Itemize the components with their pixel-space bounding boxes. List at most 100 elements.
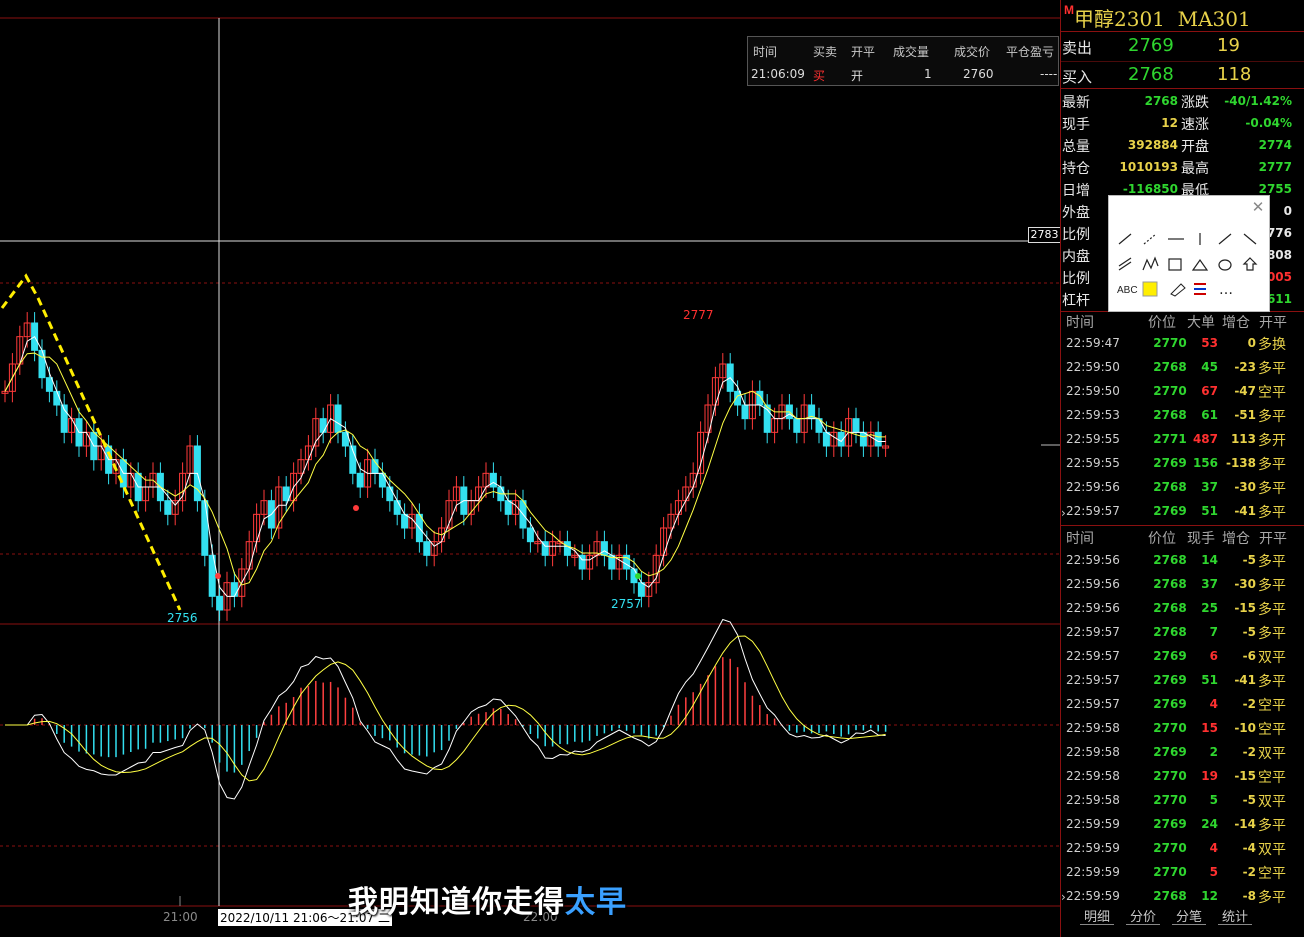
tab-statistics[interactable]: 统计 — [1218, 906, 1253, 925]
tab-tick[interactable]: 分笔 — [1172, 906, 1207, 925]
row-time: 22:59:57 — [1066, 697, 1120, 711]
candle-body — [859, 431, 867, 447]
row-time: 22:59:57 — [1066, 504, 1120, 518]
tick-row[interactable]: 22:59:58 2769 2 -2 双平 — [1062, 740, 1302, 764]
panel-tabs: 明细 分价 分笔 统计 — [1062, 906, 1304, 926]
col-big-order: 大单 — [1187, 315, 1215, 331]
header-time: 时间 — [753, 45, 778, 59]
row-open-close: 多平 — [1258, 361, 1286, 377]
row-volume: 51 — [1201, 504, 1218, 518]
triangle-tool-icon[interactable] — [1191, 256, 1209, 274]
big-order-row[interactable]: 22:59:50 2770 67 -47 空平 — [1062, 379, 1302, 403]
quote-label: 最新 — [1062, 95, 1090, 111]
quote-label: 开盘 — [1181, 139, 1209, 155]
row-oi-change: -8 — [1242, 889, 1256, 903]
buy-qty: 118 — [1217, 64, 1252, 85]
contract-marker: M — [1064, 3, 1074, 17]
tick-row[interactable]: 22:59:59 2768 12 -8 多平 — [1062, 884, 1302, 908]
tab-price-distribution[interactable]: 分价 — [1126, 906, 1161, 925]
candle-body — [822, 431, 830, 447]
candle-body — [734, 390, 742, 406]
orderbook-sell-row[interactable]: 卖出 2769 19 — [1062, 34, 1302, 60]
row-time: 22:59:50 — [1066, 384, 1120, 398]
row-volume: 53 — [1201, 336, 1218, 350]
quote-row: 最新 2768 涨跌 -40/1.42% — [1062, 90, 1302, 112]
candle-body — [852, 418, 860, 433]
tick-row[interactable]: 22:59:59 2770 5 -2 空平 — [1062, 860, 1302, 884]
ray-up-tool-icon[interactable] — [1216, 230, 1234, 248]
quote-label: 日增 — [1062, 183, 1090, 199]
more-tools-icon[interactable] — [1216, 280, 1234, 298]
row-volume: 12 — [1201, 889, 1218, 903]
candle-body — [874, 431, 882, 447]
row-open-close: 多平 — [1258, 890, 1286, 906]
row-open-close: 双平 — [1258, 746, 1286, 762]
line-tool-icon[interactable] — [1116, 230, 1134, 248]
row-oi-change: -47 — [1234, 384, 1256, 398]
big-order-row[interactable]: 22:59:53 2768 61 -51 多平 — [1062, 403, 1302, 427]
row-open-close: 多平 — [1258, 626, 1286, 642]
candle-body — [201, 500, 209, 556]
tick-row[interactable]: 22:59:57 2769 6 -6 双平 — [1062, 644, 1302, 668]
quote-value: 12 — [1161, 116, 1178, 130]
sell-price: 2769 — [1128, 35, 1174, 56]
big-order-row[interactable]: 22:59:55 2769 156 -138 多平 — [1062, 451, 1302, 475]
tick-row[interactable]: 22:59:58 2770 5 -5 双平 — [1062, 788, 1302, 812]
color-picker-icon[interactable] — [1141, 280, 1159, 298]
row-volume: 19 — [1201, 769, 1218, 783]
big-order-row[interactable]: 22:59:50 2768 45 -23 多平 — [1062, 355, 1302, 379]
row-time: 22:59:59 — [1066, 889, 1120, 903]
trade-record-popup[interactable]: 时间 买卖 开平 成交量 成交价 平仓盈亏 21:06:09 买 开 1 276… — [747, 36, 1059, 86]
candle-body — [334, 404, 342, 433]
dashed-line-tool-icon[interactable] — [1141, 230, 1159, 248]
ellipse-tool-icon[interactable] — [1216, 256, 1234, 274]
low-price-label-2: 2757 — [611, 597, 642, 611]
row-volume: 2 — [1209, 745, 1218, 759]
trade-record-row[interactable]: 21:06:09 买 开 1 2760 ---- — [748, 63, 1058, 85]
orderbook-buy-row[interactable]: 买入 2768 118 — [1062, 63, 1302, 89]
vertical-line-tool-icon[interactable] — [1191, 230, 1209, 248]
parallel-line-tool-icon[interactable] — [1116, 256, 1134, 274]
kline-chart[interactable] — [0, 0, 1060, 937]
row-open-close: 多开 — [1258, 433, 1286, 449]
tick-row[interactable]: 22:59:58 2770 15 -10 空平 — [1062, 716, 1302, 740]
moving-average-lines — [4, 335, 886, 597]
tick-row[interactable]: 22:59:57 2768 7 -5 多平 — [1062, 620, 1302, 644]
arrow-up-tool-icon[interactable] — [1241, 256, 1259, 274]
quote-label: 比例 — [1062, 227, 1090, 243]
tick-row[interactable]: 22:59:56 2768 14 -5 多平 — [1062, 548, 1302, 572]
text-tool-icon[interactable] — [1116, 280, 1134, 298]
trade-time: 21:06:09 — [751, 67, 805, 81]
drawing-toolbar[interactable]: ✕ ABC … — [1108, 195, 1270, 312]
quote-label: 总量 — [1062, 139, 1090, 155]
quote-label: 持仓 — [1062, 161, 1090, 177]
horizontal-line-tool-icon[interactable] — [1167, 230, 1185, 248]
row-volume: 487 — [1192, 432, 1218, 446]
eraser-icon[interactable] — [1167, 280, 1185, 298]
ray-down-tool-icon[interactable] — [1241, 230, 1259, 248]
tick-row[interactable]: 22:59:59 2770 4 -4 双平 — [1062, 836, 1302, 860]
row-oi-change: -23 — [1234, 360, 1256, 374]
signal-dot — [215, 573, 221, 579]
tick-row[interactable]: 22:59:58 2770 19 -15 空平 — [1062, 764, 1302, 788]
big-list-scroll-marker[interactable]: › — [1061, 506, 1066, 520]
header-side: 买卖 — [813, 45, 838, 59]
tab-detail[interactable]: 明细 — [1080, 906, 1115, 925]
tick-row[interactable]: 22:59:59 2769 24 -14 多平 — [1062, 812, 1302, 836]
row-open-close: 多平 — [1258, 602, 1286, 618]
tick-row[interactable]: 22:59:57 2769 4 -2 空平 — [1062, 692, 1302, 716]
big-order-row[interactable]: 22:59:57 2769 51 -41 多平 — [1062, 499, 1302, 523]
big-order-row[interactable]: 22:59:55 2771 487 113 多开 — [1062, 427, 1302, 451]
rectangle-tool-icon[interactable] — [1167, 256, 1185, 274]
flag-tool-icon[interactable] — [1191, 280, 1209, 298]
close-icon[interactable]: ✕ — [1249, 198, 1267, 216]
tick-list-scroll-marker[interactable]: › — [1061, 890, 1066, 904]
tick-row[interactable]: 22:59:56 2768 37 -30 多平 — [1062, 572, 1302, 596]
tick-row[interactable]: 22:59:56 2768 25 -15 多平 — [1062, 596, 1302, 620]
tick-row[interactable]: 22:59:57 2769 51 -41 多平 — [1062, 668, 1302, 692]
big-order-row[interactable]: 22:59:56 2768 37 -30 多平 — [1062, 475, 1302, 499]
quote-label: 最高 — [1181, 161, 1209, 177]
subtitle-highlight: 太早 — [565, 885, 627, 920]
big-order-row[interactable]: 22:59:47 2770 53 0 多换 — [1062, 331, 1302, 355]
wave-tool-icon[interactable] — [1141, 256, 1159, 274]
